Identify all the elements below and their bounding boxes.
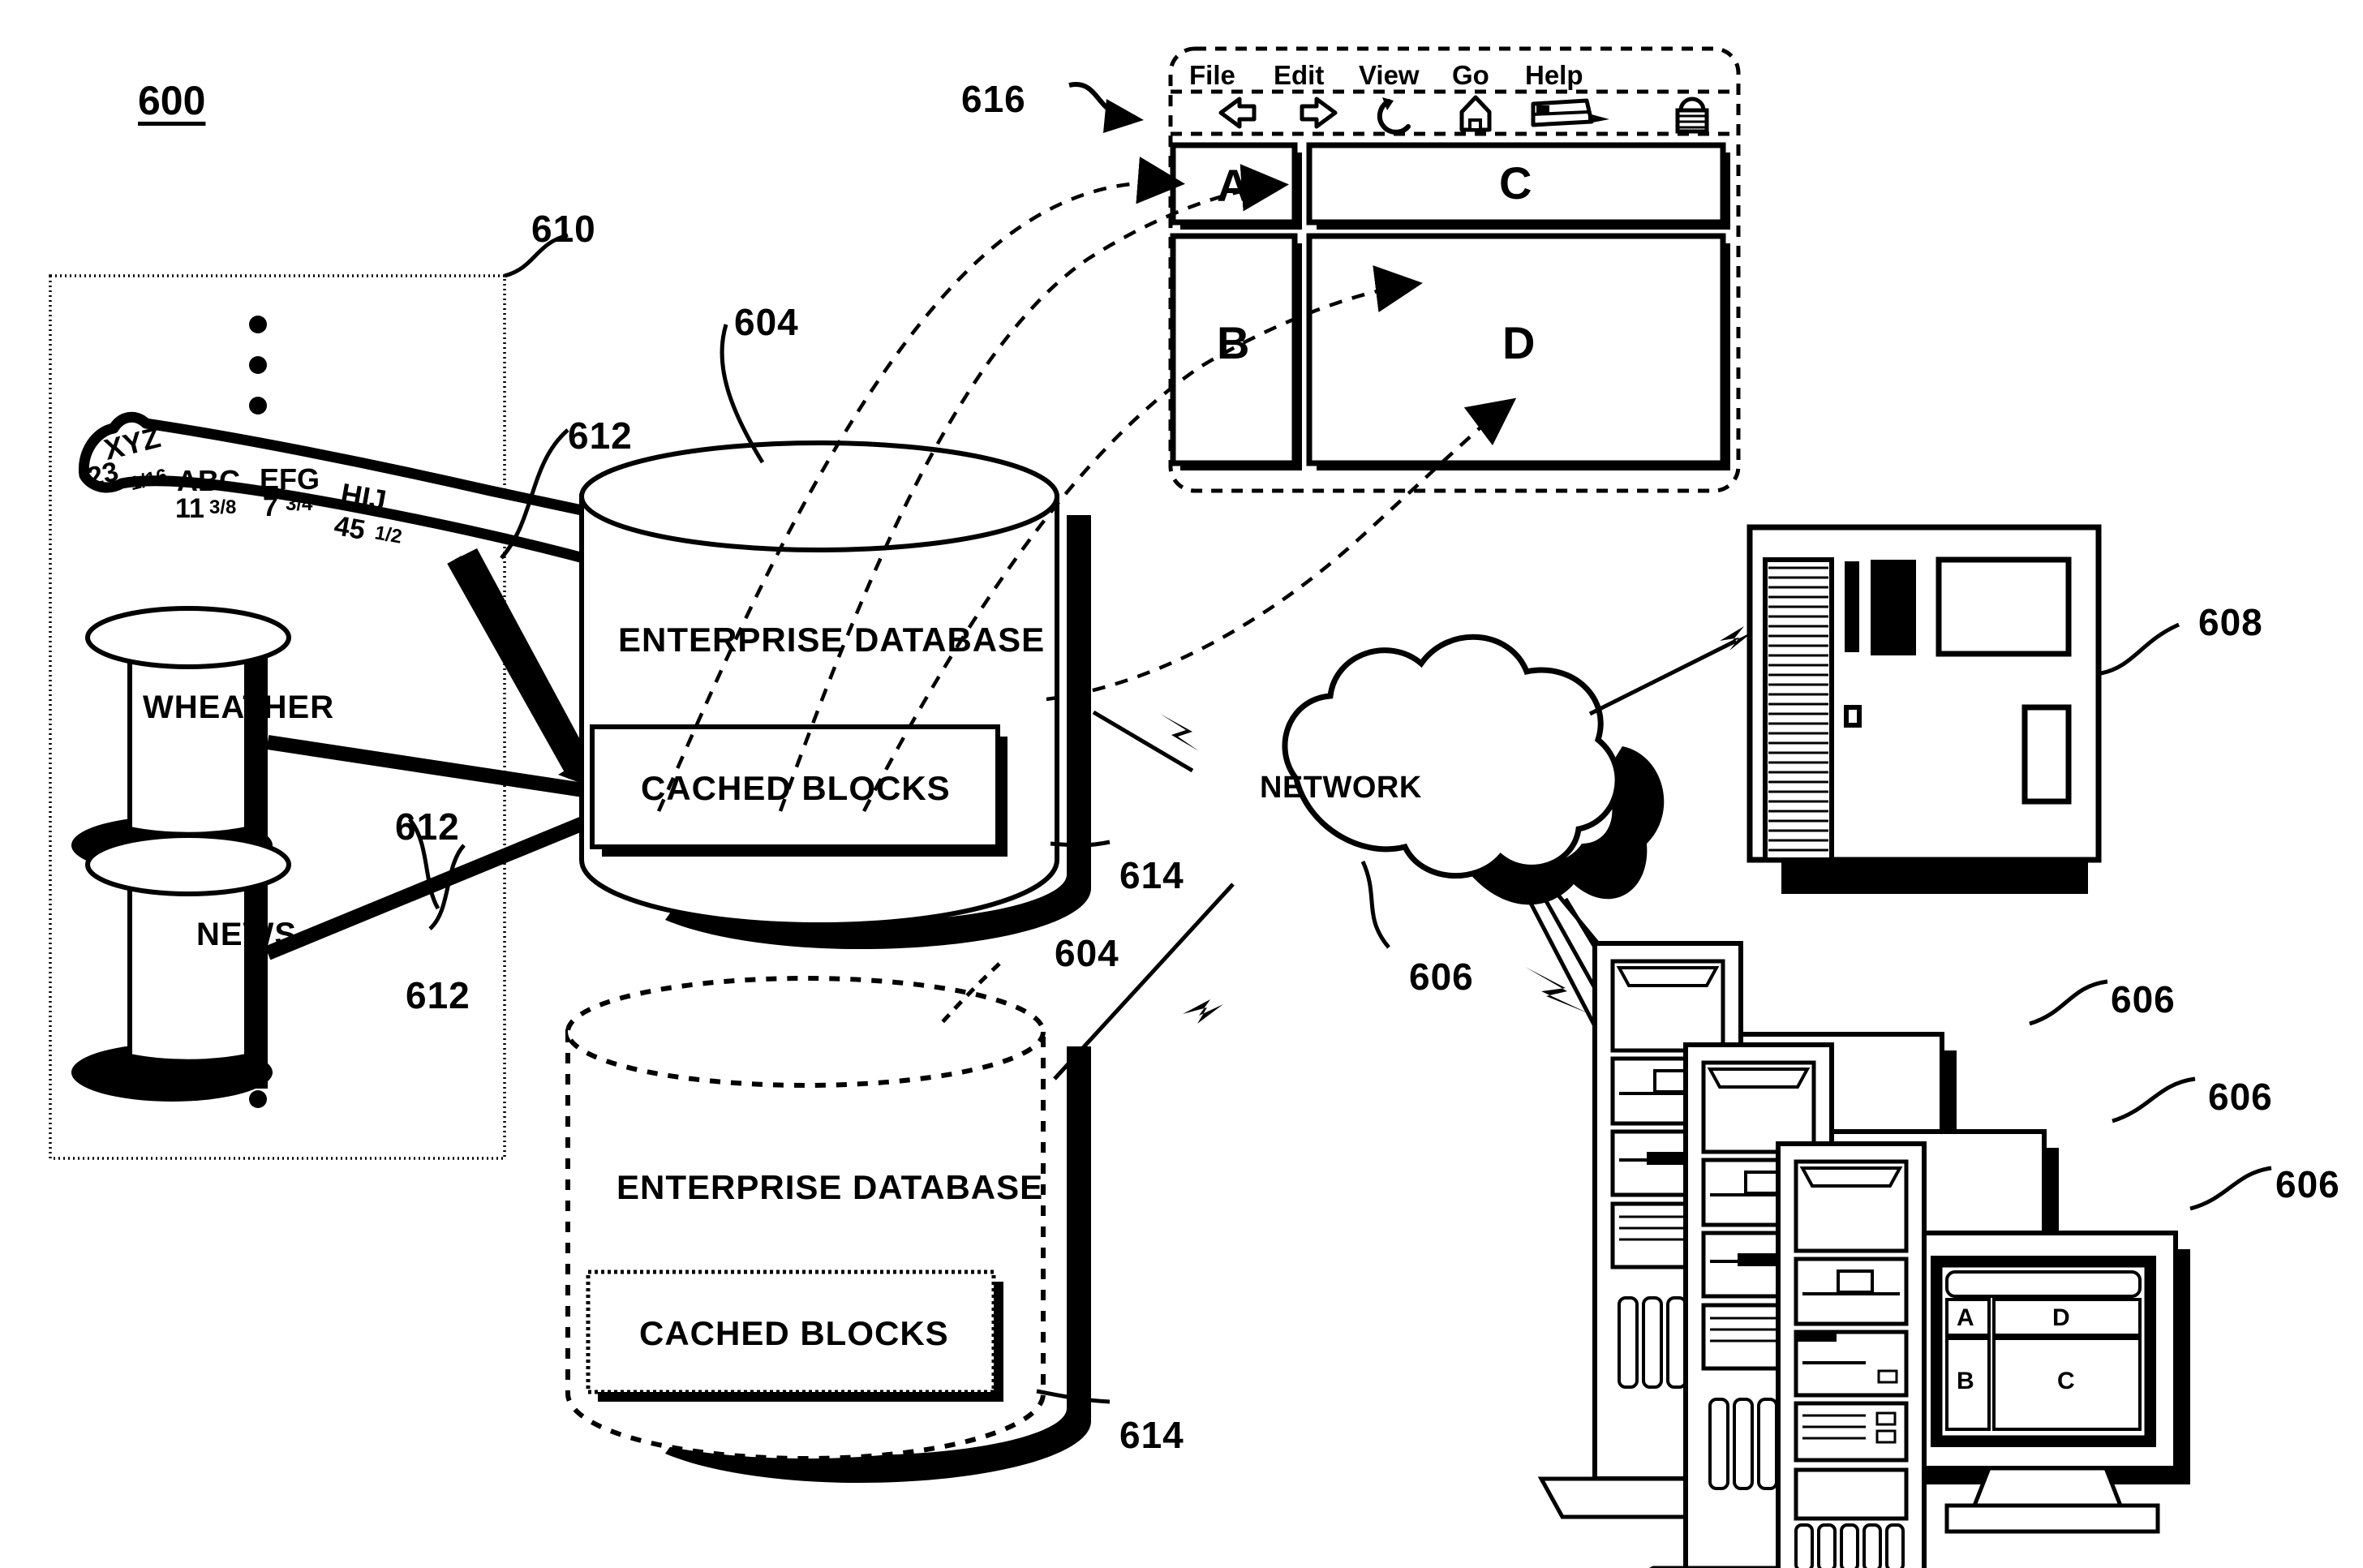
network-label: NETWORK	[1260, 771, 1422, 805]
menu-item-help[interactable]: Help	[1525, 60, 1583, 91]
mini-frame-label-D: D	[2052, 1304, 2070, 1331]
menu-item-edit[interactable]: Edit	[1274, 60, 1324, 91]
ref-610: 610	[531, 208, 596, 250]
cached-blocks-secondary-label: CACHED BLOCKS	[639, 1314, 949, 1352]
ref-612-a: 612	[568, 415, 633, 457]
menu-item-go[interactable]: Go	[1452, 60, 1489, 91]
ref-612-b: 612	[395, 805, 460, 848]
news-source-cylinder	[71, 833, 291, 1102]
browser-window[interactable]	[1168, 46, 1741, 493]
ref-614-top: 614	[1119, 854, 1184, 896]
ref-606-cloud: 606	[1409, 956, 1474, 998]
ref-606-c1: 606	[2111, 978, 2176, 1020]
server-mainframe	[1746, 524, 2180, 894]
mini-frame-label-C: C	[2057, 1368, 2075, 1394]
frame-label-B: B	[1217, 317, 1250, 368]
ref-614-bottom: 614	[1119, 1414, 1184, 1456]
ticker-price-3-fraction: 1/2	[372, 522, 404, 548]
primary-database-title: ENTERPRISE DATABASE	[618, 621, 1046, 659]
ref-604-bottom: 604	[1055, 932, 1119, 974]
client-tower-3	[1776, 1141, 1927, 1568]
ticker-price-1-whole: 11	[175, 493, 204, 524]
ticker-price-2-whole: 7	[263, 492, 278, 522]
ticker-price-2-fraction: 3/4	[286, 493, 313, 515]
patent-figure-600: 600 XYZ 23 1/16 ABC 11 3/8 EFG 7 3/4 HIJ…	[0, 0, 2363, 1568]
ticker-price-3-whole: 45	[332, 510, 367, 547]
news-source-label: NEWS	[196, 917, 297, 952]
menu-item-view[interactable]: View	[1359, 60, 1420, 91]
ref-606-c3: 606	[2275, 1163, 2340, 1205]
cached-blocks-primary-label: CACHED BLOCKS	[641, 769, 951, 807]
mini-frame-label-B: B	[1957, 1368, 1974, 1394]
ref-606-c2: 606	[2208, 1076, 2273, 1118]
figure-vector-layer	[49, 46, 2272, 1568]
ref-608: 608	[2198, 601, 2263, 643]
figure-number: 600	[138, 78, 206, 123]
frame-label-A: A	[1217, 160, 1250, 211]
frame-label-D: D	[1502, 317, 1536, 368]
ref-604-top: 604	[734, 301, 799, 343]
frame-label-C: C	[1499, 157, 1532, 208]
ticker-price-1-fraction: 3/8	[209, 496, 237, 518]
ref-612-c: 612	[406, 974, 470, 1016]
secondary-database-title: ENTERPRISE DATABASE	[617, 1168, 1044, 1206]
menu-item-file[interactable]: File	[1189, 60, 1235, 91]
mini-frame-label-A: A	[1957, 1304, 1974, 1331]
leader-616	[1068, 81, 1144, 133]
weather-source-label: WHEATHER	[143, 689, 335, 725]
secondary-enterprise-database	[565, 962, 1111, 1483]
ref-616: 616	[961, 78, 1026, 120]
ellipsis-top-icon	[249, 316, 267, 415]
